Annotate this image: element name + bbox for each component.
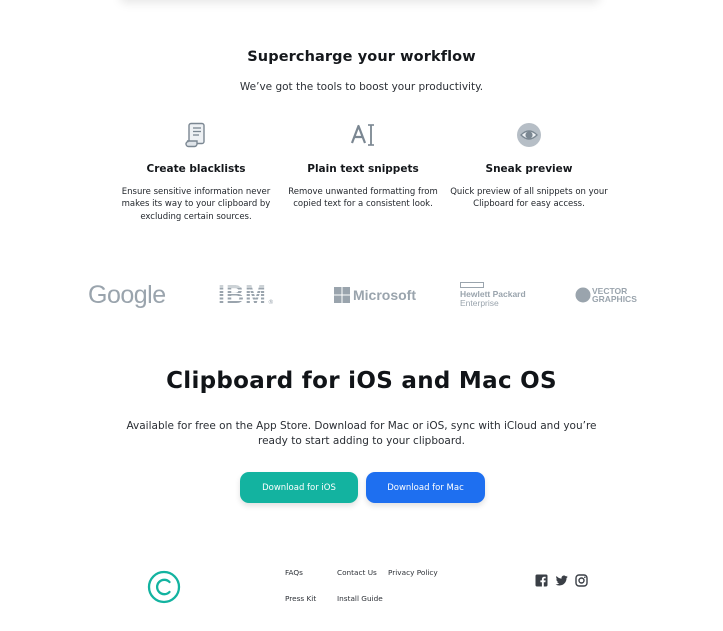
feature-sneak-preview: Sneak preview Quick preview of all snipp… <box>444 118 614 211</box>
feature-title: Sneak preview <box>485 163 573 175</box>
feature-plain-text: Plain text snippets Remove unwanted form… <box>278 118 448 211</box>
vector-circle-icon <box>575 287 591 303</box>
footer-link-press-kit[interactable]: Press Kit <box>285 594 316 603</box>
footer-link-contact[interactable]: Contact Us <box>337 568 377 577</box>
twitter-icon[interactable] <box>555 574 568 587</box>
download-title: Clipboard for iOS and Mac OS <box>166 368 557 394</box>
feature-description: Remove unwanted formatting from copied t… <box>288 187 438 210</box>
vector-graphics-logo: VECTOR GRAPHICS <box>575 278 637 312</box>
hpe-rectangle-icon <box>460 282 484 288</box>
copyright-logo-icon[interactable] <box>147 570 181 608</box>
footer-link-privacy[interactable]: Privacy Policy <box>388 568 438 577</box>
hpe-logo-line2: Enterprise <box>460 298 499 308</box>
eye-icon <box>444 118 614 152</box>
download-mac-button[interactable]: Download for Mac <box>366 472 485 503</box>
footer-link-faqs[interactable]: FAQs <box>285 568 303 577</box>
ibm-logo-text: IBM <box>218 280 267 309</box>
google-logo: Google <box>88 278 166 312</box>
feature-title: Plain text snippets <box>307 163 419 175</box>
download-description: Available for free on the App Store. Dow… <box>126 420 597 447</box>
registered-mark: ® <box>267 298 274 306</box>
feature-description: Ensure sensitive information never makes… <box>121 187 271 222</box>
microsoft-logo-text: Microsoft <box>353 287 416 303</box>
vector-logo-line2: GRAPHICS <box>592 294 637 304</box>
facebook-icon[interactable] <box>535 574 548 587</box>
text-cursor-icon <box>278 118 448 152</box>
windows-squares-icon <box>334 287 350 303</box>
workflow-title: Supercharge your workflow <box>247 49 476 65</box>
footer-link-install-guide[interactable]: Install Guide <box>337 594 383 603</box>
microsoft-logo: Microsoft <box>334 278 416 312</box>
download-ios-button[interactable]: Download for iOS <box>240 472 358 503</box>
feature-title: Create blacklists <box>146 163 246 175</box>
ibm-logo: IBM ® <box>218 278 274 312</box>
instagram-icon[interactable] <box>575 574 588 587</box>
feature-blacklists: Create blacklists Ensure sensitive infor… <box>111 118 281 223</box>
hpe-logo: Hewlett Packard Enterprise <box>460 278 526 312</box>
google-logo-text: Google <box>88 280 166 309</box>
feature-description: Quick preview of all snippets on your Cl… <box>450 187 608 210</box>
workflow-subtitle: We’ve got the tools to boost your produc… <box>239 81 484 93</box>
blacklist-scroll-icon <box>111 118 281 152</box>
